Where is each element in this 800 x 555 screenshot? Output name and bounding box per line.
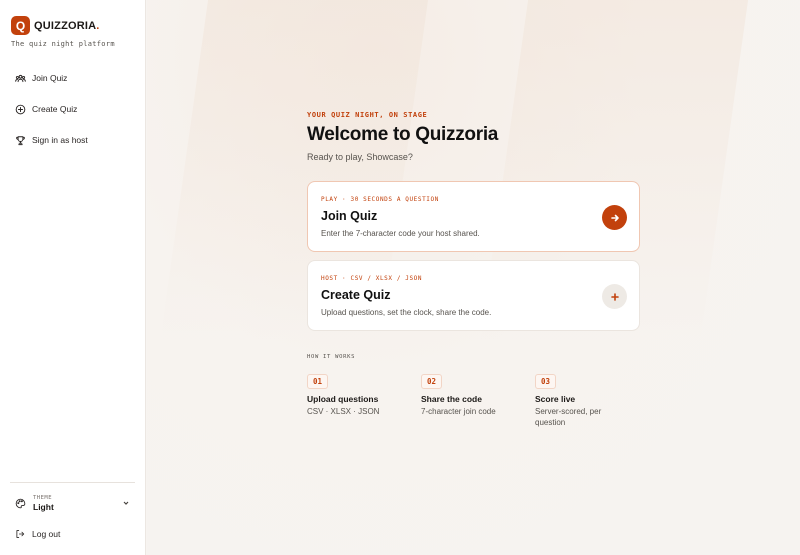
sidebar-item-label: Create Quiz [32, 104, 78, 114]
palette-icon [15, 498, 26, 508]
card-description: Enter the 7-character code your host sha… [321, 229, 480, 238]
plus-circle-icon [15, 104, 26, 114]
sidebar-item-label: Sign in as host [32, 135, 88, 145]
step-title: Upload questions [307, 394, 379, 404]
brand[interactable]: Q QUIZZORIA . [11, 16, 99, 35]
step-title: Score live [535, 394, 576, 404]
page-title: Welcome to Quizzoria [307, 124, 499, 145]
brand-name: QUIZZORIA [34, 19, 97, 32]
step-description: 7-character join code [421, 407, 496, 416]
arrow-right-icon [610, 214, 619, 221]
main-content: YOUR QUIZ NIGHT, ON STAGE Welcome to Qui… [147, 0, 800, 555]
theme-text: THEME Light [33, 495, 54, 512]
sidebar-item-create-quiz[interactable]: Create Quiz [10, 99, 136, 119]
join-quiz-card[interactable]: PLAY · 30 SECONDS A QUESTION Join Quiz E… [307, 181, 640, 252]
how-it-works-label: HOW IT WORKS [307, 354, 356, 360]
sidebar-item-label: Join Quiz [32, 73, 68, 83]
step-description: Server-scored, per question [535, 407, 602, 427]
step-number: 01 [307, 374, 329, 389]
logo-icon: Q [11, 16, 30, 35]
sidebar-item-sign-in-host[interactable]: Sign in as host [10, 130, 136, 150]
brand-dot: . [96, 19, 100, 32]
chevron-down-icon [123, 501, 129, 505]
sidebar-nav: Join Quiz Create Quiz Sign in as host [10, 68, 136, 161]
step-title: Share the code [421, 394, 482, 404]
card-kicker: PLAY · 30 SECONDS A QUESTION [321, 196, 439, 203]
join-quiz-button[interactable] [602, 205, 627, 230]
step-number: 02 [421, 374, 443, 389]
card-title: Join Quiz [321, 209, 378, 223]
plus-icon [610, 292, 619, 301]
step-description: CSV · XLSX · JSON [307, 407, 380, 416]
step-item: 03 Score live Server-scored, per questio… [535, 371, 623, 429]
card-title: Create Quiz [321, 288, 391, 302]
logout-label: Log out [32, 529, 61, 539]
sidebar-divider [10, 482, 135, 483]
theme-caption: THEME [33, 494, 53, 501]
theme-selector[interactable]: THEME Light [10, 489, 134, 517]
card-description: Upload questions, set the clock, share t… [321, 308, 492, 317]
create-quiz-card[interactable]: HOST · CSV / XLSX / JSON Create Quiz Upl… [307, 260, 640, 331]
step-item: 01 Upload questions CSV · XLSX · JSON [307, 371, 407, 418]
trophy-icon [16, 135, 25, 145]
logout-icon [16, 530, 25, 538]
page-subtitle: Ready to play, Showcase? [307, 152, 413, 162]
users-icon [15, 74, 26, 82]
sidebar-item-join-quiz[interactable]: Join Quiz [10, 68, 136, 88]
sidebar: Q QUIZZORIA . The quiz night platform Jo… [0, 0, 146, 555]
step-number: 03 [535, 374, 557, 389]
brand-tagline: The quiz night platform [11, 40, 115, 48]
hero-eyebrow: YOUR QUIZ NIGHT, ON STAGE [307, 111, 428, 119]
create-quiz-button[interactable] [602, 284, 627, 309]
logout-button[interactable]: Log out [15, 529, 60, 539]
theme-value: Light [33, 501, 54, 512]
step-item: 02 Share the code 7-character join code [421, 371, 521, 418]
card-kicker: HOST · CSV / XLSX / JSON [321, 275, 423, 282]
